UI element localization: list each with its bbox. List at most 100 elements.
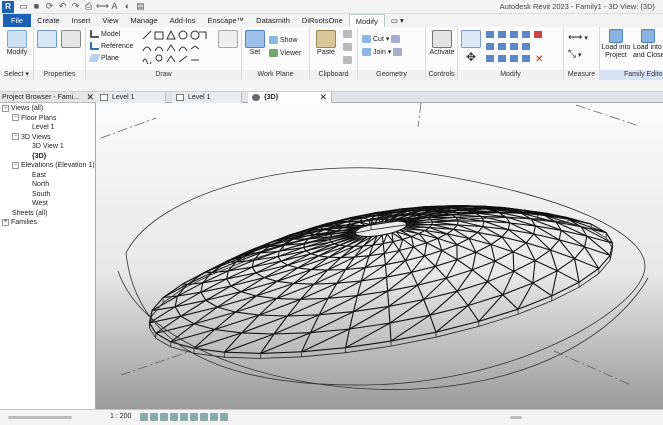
load-into-project-close-button[interactable]: Load into Project and Close xyxy=(633,29,663,60)
reference-plane-button[interactable]: Plane xyxy=(88,54,119,62)
browser-node[interactable]: {3D} xyxy=(0,152,96,162)
browser-scrollbar[interactable] xyxy=(8,416,72,419)
expand-toggle-icon[interactable]: − xyxy=(12,161,19,169)
browser-node[interactable]: −3D Views xyxy=(0,133,96,143)
tab-[interactable]: ▭ ▾ xyxy=(385,14,410,27)
detail-level-icon[interactable] xyxy=(140,413,148,421)
browser-node[interactable]: Sheets (all) xyxy=(0,209,96,219)
project-browser-header: Project Browser - Fami... ✕ xyxy=(0,92,96,103)
switch-windows-icon[interactable]: ▤ xyxy=(135,1,146,12)
modify-tools-grid[interactable]: ✕ xyxy=(485,30,561,66)
sync-icon[interactable]: ⟳ xyxy=(44,1,55,12)
paste-button[interactable]: Paste xyxy=(314,30,338,56)
frame-ring-member xyxy=(472,260,496,271)
undo-icon[interactable]: ↶ xyxy=(57,1,68,12)
expand-toggle-icon[interactable]: − xyxy=(2,104,9,112)
frame-ring-member xyxy=(287,264,299,269)
temp-hide-icon[interactable] xyxy=(200,413,208,421)
print-icon[interactable]: ⎙ xyxy=(83,1,94,12)
family-types-button[interactable] xyxy=(61,30,81,49)
expand-toggle-icon[interactable]: − xyxy=(12,114,19,122)
draw-tools-grid[interactable] xyxy=(142,30,216,64)
frame-diagonal-member xyxy=(224,333,275,353)
browser-node-label: {3D} xyxy=(32,152,47,160)
tab-datasmith[interactable]: Datasmith xyxy=(250,14,296,27)
viewport-scrollbar[interactable] xyxy=(510,416,522,419)
reveal-hidden-icon[interactable] xyxy=(210,413,218,421)
save-icon[interactable]: ■ xyxy=(31,1,42,12)
analytical-model-icon[interactable] xyxy=(220,413,228,421)
tab-enscape[interactable]: Enscape™ xyxy=(201,14,250,27)
text-icon[interactable]: A xyxy=(109,1,120,12)
shadows-icon[interactable] xyxy=(170,413,178,421)
browser-node-label: Floor Plans xyxy=(21,114,57,122)
browser-node[interactable]: + Families xyxy=(0,218,96,228)
cut-clipboard-button[interactable] xyxy=(343,30,352,38)
dimension-button[interactable]: ⤡ ▾ xyxy=(568,49,582,60)
browser-node[interactable]: − Elevations (Elevation 1) xyxy=(0,161,96,171)
browser-node[interactable]: − Views (all) xyxy=(0,104,96,114)
tab-3d[interactable]: {3D} ✕ xyxy=(248,92,332,103)
viewer-button[interactable]: Viewer xyxy=(269,49,301,57)
browser-node[interactable]: South xyxy=(0,190,96,200)
3d-viewport[interactable] xyxy=(96,103,663,409)
show-work-plane-button[interactable]: Show xyxy=(269,36,298,44)
expand-toggle-icon[interactable]: + xyxy=(2,218,9,226)
sun-path-icon[interactable] xyxy=(160,413,168,421)
open-icon[interactable]: ▭ xyxy=(18,1,29,12)
tab-add-ins[interactable]: Add-Ins xyxy=(164,14,202,27)
frame-radial-member xyxy=(413,246,425,257)
view-scale[interactable]: 1 : 200 xyxy=(110,413,131,420)
join-geometry-button[interactable]: Join ▾ xyxy=(362,48,403,56)
move-button[interactable]: ✥ xyxy=(461,50,481,64)
tab-insert[interactable]: Insert xyxy=(66,14,97,27)
pick-lines-button[interactable] xyxy=(218,30,238,49)
activate-button[interactable]: Activate xyxy=(428,30,456,56)
close-icon[interactable]: ✕ xyxy=(86,92,94,103)
align-button[interactable] xyxy=(461,30,481,49)
show-crop-icon[interactable] xyxy=(190,413,198,421)
tab-file[interactable]: File xyxy=(3,14,32,27)
frame-radial-member xyxy=(471,269,488,283)
tab-level-1-a[interactable]: Level 1 xyxy=(96,92,166,103)
space-frame-model[interactable] xyxy=(96,103,663,409)
match-properties-button[interactable] xyxy=(343,56,352,64)
close-tab-icon[interactable]: ✕ xyxy=(319,92,327,103)
frame-diagonal-member xyxy=(276,269,312,282)
tab-level-1-b[interactable]: Level 1 xyxy=(172,92,242,103)
reference-line-button[interactable]: Reference xyxy=(90,42,133,50)
cut-geometry-button[interactable]: Cut ▾ xyxy=(362,35,401,43)
browser-node[interactable]: Level 1 xyxy=(0,123,96,133)
browser-node[interactable]: North xyxy=(0,180,96,190)
frame-ring-member xyxy=(490,236,503,245)
redo-icon[interactable]: ↷ xyxy=(70,1,81,12)
tab-view[interactable]: View xyxy=(96,14,124,27)
tab-manage[interactable]: Manage xyxy=(125,14,164,27)
browser-node[interactable]: East xyxy=(0,171,96,181)
properties-button[interactable] xyxy=(37,30,57,49)
browser-node[interactable]: 3D View 1 xyxy=(0,142,96,152)
revit-logo[interactable]: R xyxy=(2,1,14,13)
tab-create[interactable]: Create xyxy=(31,14,66,27)
model-line-button[interactable]: Model xyxy=(90,30,120,38)
set-work-plane-button[interactable]: Set xyxy=(245,30,265,56)
browser-node[interactable]: − Floor Plans xyxy=(0,114,96,124)
select-panel-label[interactable]: Select ▾ xyxy=(0,70,33,80)
browser-node[interactable]: West xyxy=(0,199,96,209)
load-into-project-button[interactable]: Load into Project xyxy=(600,29,632,60)
measure-icon[interactable]: ⟷ xyxy=(96,1,109,12)
frame-diagonal-member xyxy=(517,282,534,310)
frame-ring-member xyxy=(532,270,558,284)
frame-radial-member xyxy=(385,277,389,292)
copy-button[interactable] xyxy=(343,43,352,51)
measure-button[interactable]: ⟷ ▾ xyxy=(568,32,588,43)
tab-modify[interactable]: Modify xyxy=(348,14,385,27)
modify-button[interactable]: Modify xyxy=(2,30,32,56)
browser-node-label: East xyxy=(32,171,47,179)
crop-view-icon[interactable] xyxy=(180,413,188,421)
frame-radial-member xyxy=(424,255,436,267)
expand-toggle-icon[interactable]: − xyxy=(12,133,19,141)
view-icon[interactable]: ◐ xyxy=(122,1,133,12)
tab-dirootsone[interactable]: DiRootsOne xyxy=(296,14,349,27)
visual-style-icon[interactable] xyxy=(150,413,158,421)
